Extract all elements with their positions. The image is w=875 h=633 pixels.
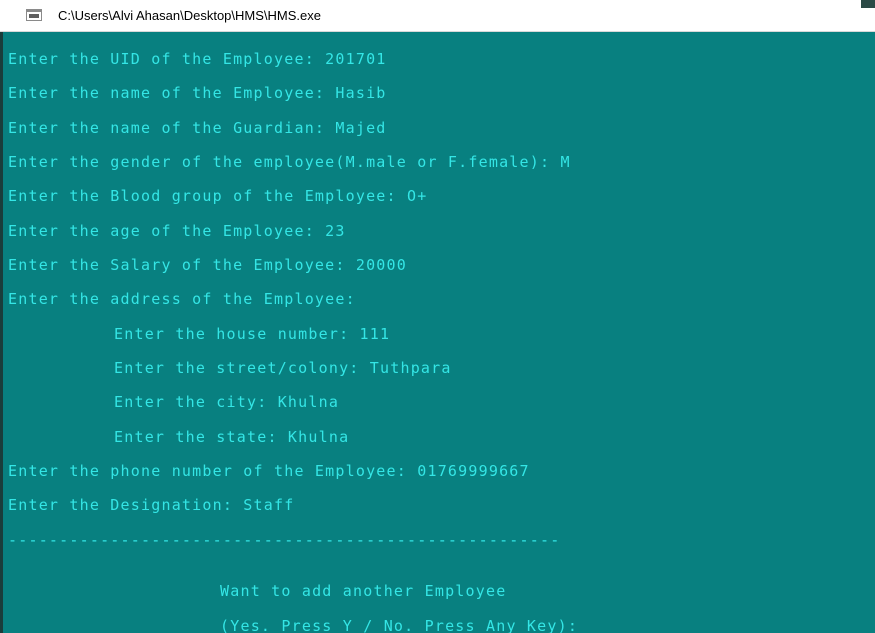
window-edge xyxy=(0,32,3,633)
console-window: C:\Users\Alvi Ahasan\Desktop\HMS\HMS.exe… xyxy=(0,0,875,633)
console-line-blood-group: Enter the Blood group of the Employee: O… xyxy=(8,187,428,205)
console-output[interactable]: Enter the UID of the Employee: 201701 En… xyxy=(8,33,868,633)
console-line-phone: Enter the phone number of the Employee: … xyxy=(8,462,530,480)
console-line-street: Enter the street/colony: Tuthpara xyxy=(114,359,452,377)
console-line-gender: Enter the gender of the employee(M.male … xyxy=(8,153,571,171)
console-line-uid: Enter the UID of the Employee: 201701 xyxy=(8,50,387,68)
console-separator: ----------------------------------------… xyxy=(8,531,561,549)
console-line-house-number: Enter the house number: 111 xyxy=(114,325,391,343)
console-line-state: Enter the state: Khulna xyxy=(114,428,350,446)
console-line-designation: Enter the Designation: Staff xyxy=(8,496,295,514)
console-window-icon xyxy=(26,9,42,21)
console-prompt-options: (Yes. Press Y / No. Press Any Key): xyxy=(220,617,579,633)
window-title: C:\Users\Alvi Ahasan\Desktop\HMS\HMS.exe xyxy=(58,8,321,23)
title-bar[interactable]: C:\Users\Alvi Ahasan\Desktop\HMS\HMS.exe xyxy=(0,0,875,32)
console-line-guardian: Enter the name of the Guardian: Majed xyxy=(8,119,387,137)
console-line-address: Enter the address of the Employee: xyxy=(8,290,356,308)
console-line-salary: Enter the Salary of the Employee: 20000 xyxy=(8,256,407,274)
console-line-city: Enter the city: Khulna xyxy=(114,393,340,411)
console-line-age: Enter the age of the Employee: 23 xyxy=(8,222,346,240)
console-prompt-question: Want to add another Employee xyxy=(220,582,507,600)
console-line-name: Enter the name of the Employee: Hasib xyxy=(8,84,387,102)
